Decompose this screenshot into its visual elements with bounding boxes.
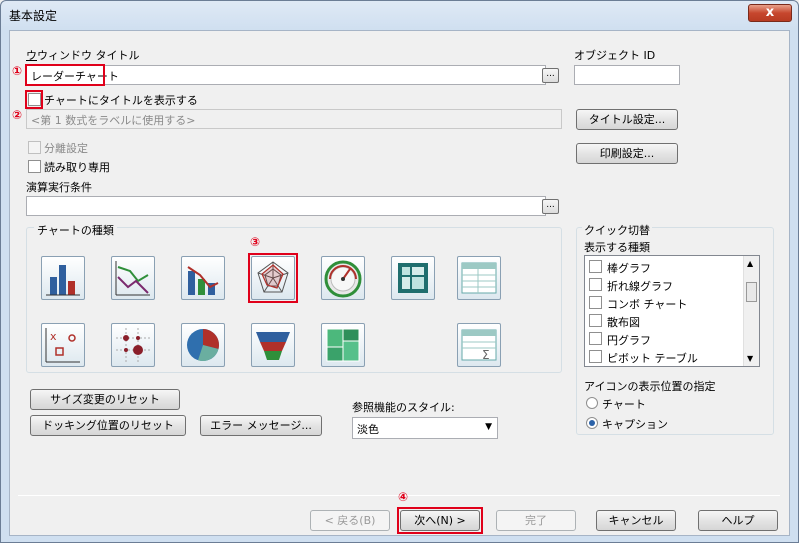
lookup-style-value: 淡色	[357, 423, 379, 436]
svg-text:x: x	[50, 330, 57, 343]
dialog-window: 基本設定 x ウウィンドウ タイトル ① レーダーチャート ... オブジェクト…	[0, 0, 799, 543]
finish-button[interactable]: 完了	[496, 510, 576, 531]
grid-chart-icon[interactable]	[111, 323, 155, 367]
icon-position-label: アイコンの表示位置の指定	[584, 380, 716, 393]
marker-1: ①	[12, 64, 23, 78]
object-id-input[interactable]	[574, 65, 680, 85]
help-button[interactable]: ヘルプ	[698, 510, 778, 531]
funnel-chart-icon[interactable]	[251, 323, 295, 367]
list-item-label: 折れ線グラフ	[607, 280, 673, 293]
calc-condition-expression-button[interactable]: ...	[542, 199, 559, 214]
straight-table-icon[interactable]: Σ	[457, 323, 501, 367]
title-formula-input: <第 1 数式をラベルに使用する>	[26, 109, 562, 129]
scroll-down-icon[interactable]: ▼	[747, 354, 753, 363]
list-item-label: 散布図	[607, 316, 640, 329]
chart-types-listbox[interactable]: 棒グラフ 折れ線グラフ コンボ チャート 散布図 円グラフ ピボット テーブル	[584, 255, 760, 367]
lookup-style-label: 参照機能のスタイル:	[352, 401, 455, 414]
cancel-button[interactable]: キャンセル	[596, 510, 676, 531]
window-title-label: ウウィンドウ タイトル	[26, 49, 140, 62]
chevron-down-icon: ▼	[485, 422, 492, 432]
lookup-style-select[interactable]: 淡色 ▼	[352, 417, 498, 439]
block-chart-icon[interactable]	[321, 323, 365, 367]
error-message-button[interactable]: エラー メッセージ...	[200, 415, 322, 436]
chart-radio-label[interactable]: チャート	[602, 396, 646, 412]
separate-setting-checkbox	[28, 141, 41, 154]
quick-switch-label: クイック切替	[582, 222, 652, 238]
marker-2: ②	[12, 108, 23, 122]
gauge-chart-icon[interactable]	[321, 256, 365, 300]
caption-radio-label[interactable]: キャプション	[602, 416, 668, 432]
marker-3: ③	[250, 235, 261, 249]
list-item-label: ピボット テーブル	[607, 352, 698, 365]
reset-docking-button[interactable]: ドッキング位置のリセット	[30, 415, 186, 436]
marker-4: ④	[398, 490, 409, 504]
list-item-label: コンボ チャート	[607, 298, 688, 311]
title-bar[interactable]: 基本設定 x	[1, 1, 798, 29]
object-id-label: オブジェクト ID	[574, 49, 656, 62]
pivot-table-icon[interactable]	[391, 256, 435, 300]
calc-condition-label: 演算実行条件	[26, 181, 92, 194]
marker-3-highlight	[248, 253, 298, 303]
listbox-scrollbar[interactable]: ▲ ▼	[743, 256, 759, 366]
svg-text:Σ: Σ	[482, 348, 490, 362]
close-button[interactable]: x	[748, 4, 792, 22]
marker-1-highlight	[25, 64, 105, 86]
bar-chart-icon[interactable]	[41, 256, 85, 300]
list-item-checkbox[interactable]	[589, 314, 602, 327]
marker-4-highlight	[397, 507, 483, 534]
list-item-checkbox[interactable]	[589, 278, 602, 291]
chart-types-label: チャートの種類	[34, 222, 117, 238]
caption-radio[interactable]	[586, 417, 598, 429]
scroll-thumb[interactable]	[746, 282, 757, 302]
list-item-checkbox[interactable]	[589, 350, 602, 363]
separate-setting-label: 分離設定	[44, 142, 88, 155]
list-item-label: 棒グラフ	[607, 262, 651, 275]
combo-chart-icon[interactable]	[181, 256, 225, 300]
title-settings-button[interactable]: タイトル設定...	[576, 109, 678, 130]
scroll-up-icon[interactable]: ▲	[747, 259, 753, 268]
back-button[interactable]: < 戻る(B)	[310, 510, 390, 531]
window-title: 基本設定	[9, 9, 58, 23]
scatter-chart-icon[interactable]: x	[41, 323, 85, 367]
read-only-label[interactable]: 読み取り専用	[44, 159, 110, 175]
pie-chart-icon[interactable]	[181, 323, 225, 367]
marker-2-highlight	[25, 90, 43, 109]
table-box-icon[interactable]	[457, 256, 501, 300]
list-item-label: 円グラフ	[607, 334, 651, 347]
window-title-expression-button[interactable]: ...	[542, 68, 559, 83]
list-item-checkbox[interactable]	[589, 332, 602, 345]
show-title-label[interactable]: チャートにタイトルを表示する	[44, 92, 198, 108]
display-types-label: 表示する種類	[584, 241, 650, 254]
list-item-checkbox[interactable]	[589, 260, 602, 273]
calc-condition-input[interactable]	[26, 196, 546, 216]
dialog-body: ウウィンドウ タイトル ① レーダーチャート ... オブジェクト ID チャー…	[9, 30, 790, 536]
chart-radio[interactable]	[586, 397, 598, 409]
line-chart-icon[interactable]	[111, 256, 155, 300]
reset-size-button[interactable]: サイズ変更のリセット	[30, 389, 180, 410]
list-item-checkbox[interactable]	[589, 296, 602, 309]
read-only-checkbox[interactable]	[28, 160, 41, 173]
print-settings-button[interactable]: 印刷設定...	[576, 143, 678, 164]
